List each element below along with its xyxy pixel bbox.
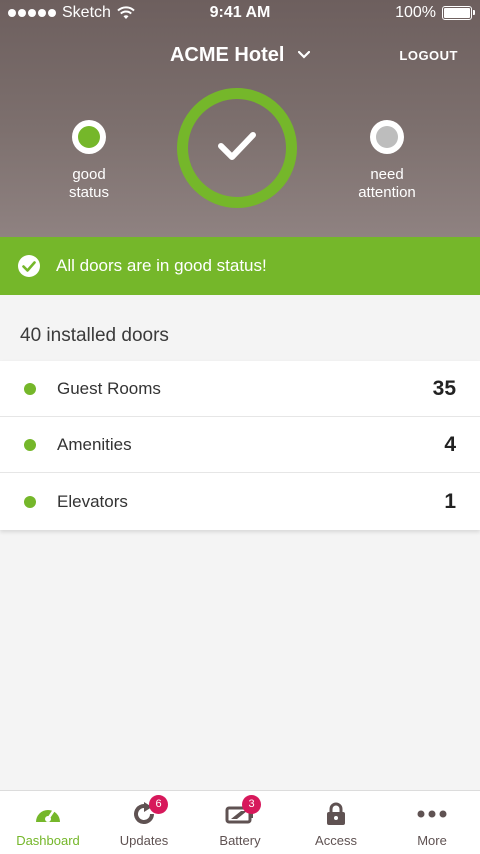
hotel-name: ACME Hotel <box>169 44 285 66</box>
tab-label: Access <box>315 833 357 848</box>
battery-status-icon <box>442 6 475 20</box>
chevron-down-icon <box>297 42 311 65</box>
installed-doors-title: 40 installed doors <box>20 325 169 346</box>
door-row-guest-rooms[interactable]: Guest Rooms 35 <box>0 361 480 417</box>
updates-badge: 6 <box>149 795 168 814</box>
door-row-count: 4 <box>444 432 456 456</box>
header: Sketch 9:41 AM 100% ACME Hotel LOGOUT go… <box>0 0 480 237</box>
need-attention-label-line2: attention <box>358 184 416 201</box>
status-dot <box>24 438 36 451</box>
tab-dashboard[interactable]: Dashboard <box>0 791 96 854</box>
check-circle-icon <box>18 255 40 277</box>
need-attention-dot <box>376 126 398 148</box>
status-bar: Sketch 9:41 AM 100% <box>0 0 480 28</box>
good-status-label-line2: status <box>68 184 110 201</box>
door-list: Guest Rooms 35 Amenities 4 Elevators 1 <box>0 361 480 530</box>
dashboard-icon <box>33 801 63 827</box>
battery-badge: 3 <box>242 795 261 814</box>
need-attention-label-line1: need <box>370 166 404 183</box>
tab-label: More <box>417 833 447 848</box>
checkmark-icon <box>217 130 257 167</box>
tab-label: Battery <box>219 833 261 848</box>
good-status-indicator[interactable]: good status <box>29 120 149 202</box>
tab-label: Updates <box>119 833 169 848</box>
tab-access[interactable]: Access <box>288 791 384 854</box>
good-status-dot <box>78 126 100 148</box>
door-row-amenities[interactable]: Amenities 4 <box>0 417 480 473</box>
status-dot <box>24 495 36 508</box>
tab-more[interactable]: More <box>384 791 480 854</box>
door-row-label: Elevators <box>57 491 128 511</box>
logout-button[interactable]: LOGOUT <box>399 48 458 63</box>
tab-label: Dashboard <box>16 833 80 848</box>
more-icon <box>417 801 447 827</box>
door-row-count: 1 <box>444 489 456 513</box>
status-banner: All doors are in good status! <box>0 237 480 295</box>
status-dot <box>24 382 36 395</box>
need-attention-indicator[interactable]: need attention <box>327 120 447 202</box>
door-row-label: Amenities <box>57 434 132 454</box>
tab-battery[interactable]: 3 Battery <box>192 791 288 854</box>
good-status-label-line1: good <box>72 166 106 183</box>
tab-bar: Dashboard 6 Updates 3 Battery Access Mor… <box>0 790 480 854</box>
door-row-elevators[interactable]: Elevators 1 <box>0 473 480 530</box>
door-row-label: Guest Rooms <box>57 378 161 398</box>
overall-status-ring <box>177 88 297 208</box>
door-row-count: 35 <box>432 376 456 400</box>
battery-percent: 100% <box>395 4 436 21</box>
banner-message: All doors are in good status! <box>56 256 267 275</box>
tab-updates[interactable]: 6 Updates <box>96 791 192 854</box>
lock-icon <box>321 801 351 827</box>
